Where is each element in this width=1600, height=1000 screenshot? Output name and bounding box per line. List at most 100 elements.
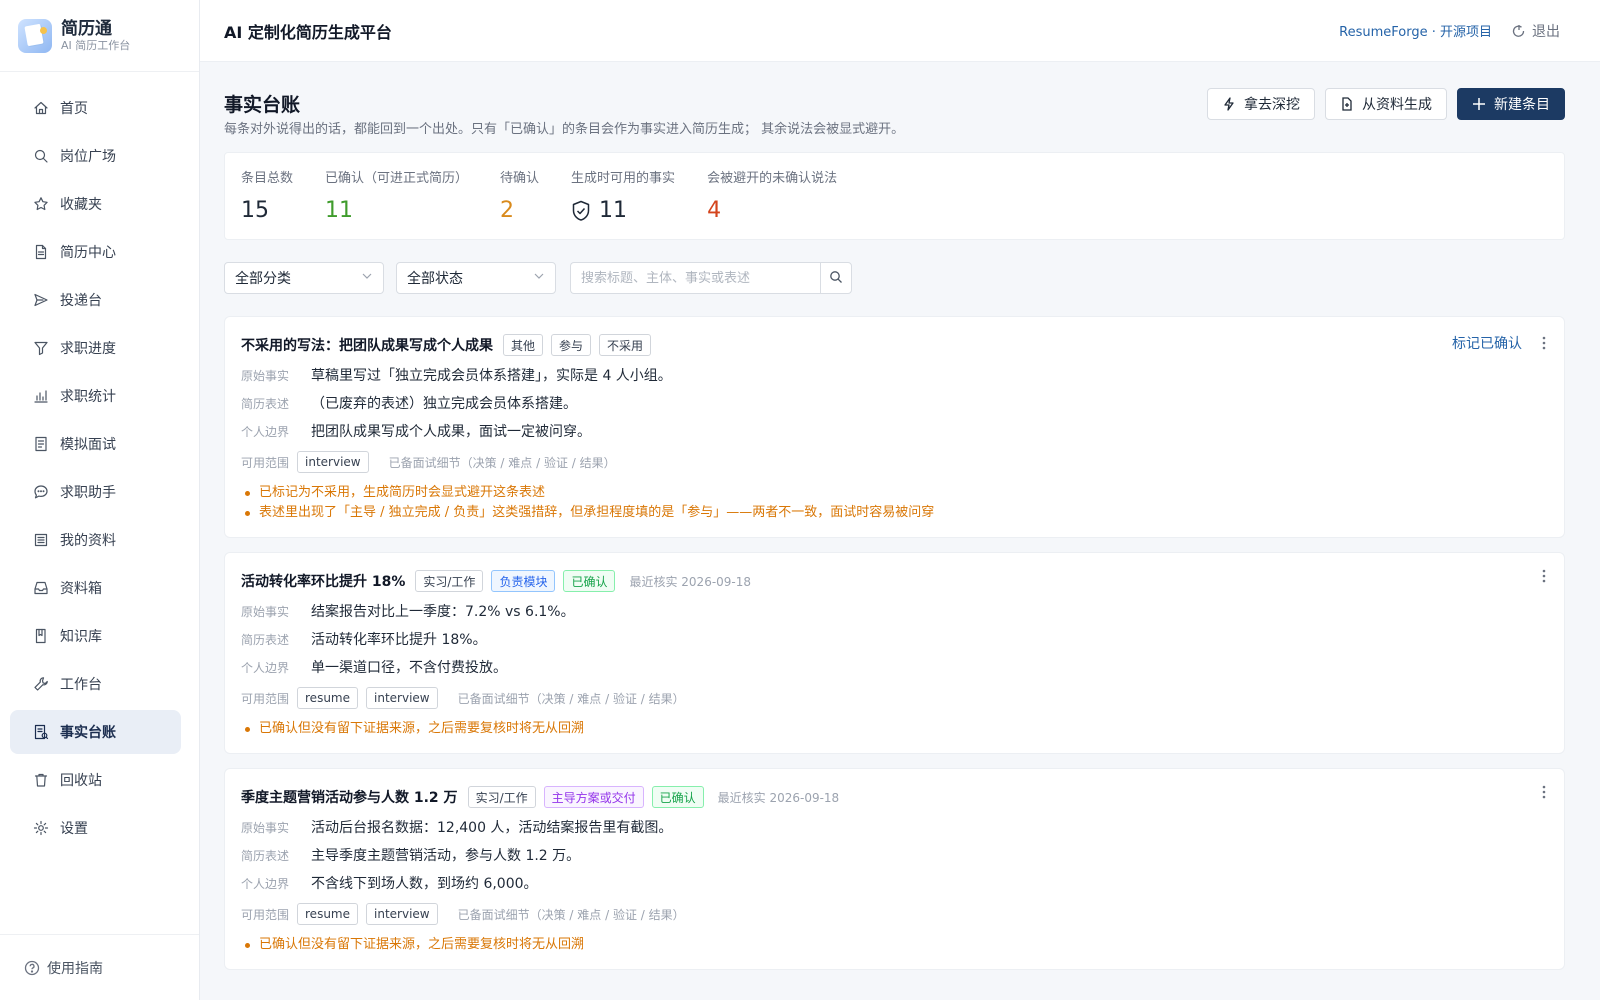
sidebar-item-13[interactable]: 事实台账 <box>10 710 181 754</box>
fact-card: 活动转化率环比提升 18% 实习/工作 负责模块 已确认 最近核实 2026-09-1… <box>224 552 1565 754</box>
card-header: 活动转化率环比提升 18% 实习/工作 负责模块 已确认 最近核实 2026-09-1… <box>241 569 1548 593</box>
warning-item: 表述里出现了「主导 / 独立完成 / 负责」这类强措辞，但承担程度填的是「参与」… <box>241 503 1548 523</box>
card-header: 季度主题营销活动参与人数 1.2 万 实习/工作 主导方案或交付 已确认 最近核实 2… <box>241 785 1548 809</box>
sidebar-item-label: 回收站 <box>60 773 102 789</box>
more-menu-icon[interactable] <box>1542 569 1546 583</box>
wrench-icon <box>32 675 50 693</box>
entry-tag: 实习/工作 <box>467 786 536 808</box>
from-material-button[interactable]: 从资料生成 <box>1325 88 1447 120</box>
stat-label: 生成时可用的事实 <box>571 171 676 186</box>
sidebar-item-6[interactable]: 求职统计 <box>10 374 181 418</box>
more-menu-icon[interactable] <box>1542 336 1546 350</box>
book-icon <box>32 627 50 645</box>
sidebar-item-4[interactable]: 投递台 <box>10 278 181 322</box>
stat-label: 已确认（可进正式简历） <box>325 171 469 186</box>
category-select[interactable]: 全部分类 <box>224 262 384 294</box>
entry-tag: 其他 <box>503 334 544 356</box>
stat-item: 会被避开的未确认说法 4 <box>707 167 837 225</box>
boundary-value: 不含线下到场人数，到场约 6,000。 <box>311 876 538 892</box>
new-entry-label: 新建条目 <box>1494 97 1550 113</box>
sidebar-item-7[interactable]: 模拟面试 <box>10 422 181 466</box>
sidebar: 简历通 AI 简历工作台 首页岗位广场收藏夹简历中心 投递台求职进度求职统计模拟面… <box>0 0 200 1000</box>
page-header: 事实台账 每条对外说得出的话，都能回到一个出处。只有「已确认」的条目会作为事实进… <box>224 62 1565 152</box>
scope-tag: resume <box>297 903 358 925</box>
warning-list: 已标记为不采用，生成简历时会显式避开这条表述 表述里出现了「主导 / 独立完成 /… <box>241 483 1548 523</box>
fact-row: 原始事实 草稿里写过「独立完成会员体系搭建」，实际是 4 人小组。 <box>241 367 1548 385</box>
sidebar-item-label: 首页 <box>60 101 88 117</box>
stat-value-row: 2 <box>500 198 539 223</box>
page-actions: 拿去深挖 从资料生成 新建条目 <box>1207 88 1565 120</box>
stat-label: 待确认 <box>500 171 540 186</box>
sidebar-item-label: 求职统计 <box>60 389 116 405</box>
chevron-down-icon <box>533 270 545 286</box>
fact-key: 原始事实 <box>241 369 290 383</box>
sidebar-item-5[interactable]: 求职进度 <box>10 326 181 370</box>
expression-row: 简历表述 主导季度主题营销活动，参与人数 1.2 万。 <box>241 847 1548 865</box>
sidebar-item-9[interactable]: 我的资料 <box>10 518 181 562</box>
sidebar-item-label: 求职进度 <box>60 341 116 357</box>
mark-confirmed-link[interactable]: 标记已确认 <box>1452 333 1522 353</box>
scope-row: 可用范围 resume interview 已备面试细节（决策 / 难点 / 验证… <box>241 903 1548 925</box>
scope-tag: interview <box>297 451 369 473</box>
boundary-key: 个人边界 <box>241 877 290 891</box>
interview-note: 已备面试细节（决策 / 难点 / 验证 / 结果） <box>457 907 685 922</box>
sidebar-item-label: 收藏夹 <box>60 197 102 213</box>
entry-tag: 主导方案或交付 <box>543 786 644 808</box>
scope-key: 可用范围 <box>241 907 290 922</box>
sidebar-item-8[interactable]: 求职助手 <box>10 470 181 514</box>
boundary-value: 单一渠道口径，不含付费投放。 <box>311 660 507 676</box>
scope-tag: interview <box>366 903 438 925</box>
logout-label: 退出 <box>1532 23 1560 40</box>
list-icon <box>32 531 50 549</box>
stat-value-row: 11 <box>571 198 675 223</box>
sidebar-item-1[interactable]: 岗位广场 <box>10 134 181 178</box>
category-select-value: 全部分类 <box>235 271 291 287</box>
sidebar-item-0[interactable]: 首页 <box>10 86 181 130</box>
sidebar-item-label: 设置 <box>60 821 88 837</box>
main-content: 事实台账 每条对外说得出的话，都能回到一个出处。只有「已确认」的条目会作为事实进… <box>224 62 1565 984</box>
verified-date: 最近核实 2026-09-18 <box>717 790 840 805</box>
stat-value-row: 11 <box>325 198 468 223</box>
expression-value: 主导季度主题营销活动，参与人数 1.2 万。 <box>311 848 581 864</box>
sidebar-item-15[interactable]: 设置 <box>10 806 181 850</box>
logout-button[interactable]: 退出 <box>1512 21 1560 41</box>
from-material-label: 从资料生成 <box>1362 97 1432 113</box>
entry-title: 不采用的写法：把团队成果写成个人成果 <box>241 338 493 354</box>
brand-subtitle: AI 简历工作台 <box>61 38 131 52</box>
sidebar-item-2[interactable]: 收藏夹 <box>10 182 181 226</box>
sidebar-item-10[interactable]: 资料箱 <box>10 566 181 610</box>
more-menu-icon[interactable] <box>1542 785 1546 799</box>
sidebar-item-14[interactable]: 回收站 <box>10 758 181 802</box>
stat-value: 11 <box>599 198 628 223</box>
verified-date: 最近核实 2026-09-18 <box>629 574 752 589</box>
sidebar-item-12[interactable]: 工作台 <box>10 662 181 706</box>
interview-note: 已备面试细节（决策 / 难点 / 验证 / 结果） <box>457 691 685 706</box>
guide-link[interactable]: 使用指南 <box>0 934 199 1000</box>
search-icon <box>829 270 843 287</box>
expression-row: 简历表述 （已废弃的表述）独立完成会员体系搭建。 <box>241 395 1548 413</box>
stat-value: 4 <box>707 198 722 223</box>
dig-button[interactable]: 拿去深挖 <box>1207 88 1315 120</box>
sidebar-item-3[interactable]: 简历中心 <box>10 230 181 274</box>
scope-row: 可用范围 interview 已备面试细节（决策 / 难点 / 验证 / 结果） <box>241 451 1548 473</box>
stat-item: 条目总数 15 <box>241 167 293 225</box>
project-link[interactable]: ResumeForge · 开源项目 <box>1339 21 1492 40</box>
expression-key: 简历表述 <box>241 849 290 863</box>
platform-title: AI 定制化简历生成平台 <box>224 22 392 42</box>
fact-key: 原始事实 <box>241 821 290 835</box>
trash-icon <box>32 771 50 789</box>
checklist-icon <box>32 435 50 453</box>
expression-value: （已废弃的表述）独立完成会员体系搭建。 <box>311 396 577 412</box>
status-select[interactable]: 全部状态 <box>396 262 556 294</box>
stat-item: 生成时可用的事实 11 <box>571 167 675 225</box>
sidebar-item-11[interactable]: 知识库 <box>10 614 181 658</box>
warning-item: 已确认但没有留下证据来源，之后需要复核时将无从回溯 <box>241 935 1548 955</box>
search-button[interactable] <box>820 262 852 294</box>
new-entry-button[interactable]: 新建条目 <box>1457 88 1565 120</box>
scope-key: 可用范围 <box>241 691 290 706</box>
brand[interactable]: 简历通 AI 简历工作台 <box>0 0 199 72</box>
search-input[interactable] <box>570 262 820 294</box>
help-icon <box>24 960 40 976</box>
guide-label: 使用指南 <box>47 960 103 977</box>
entry-tag: 负责模块 <box>491 570 556 592</box>
